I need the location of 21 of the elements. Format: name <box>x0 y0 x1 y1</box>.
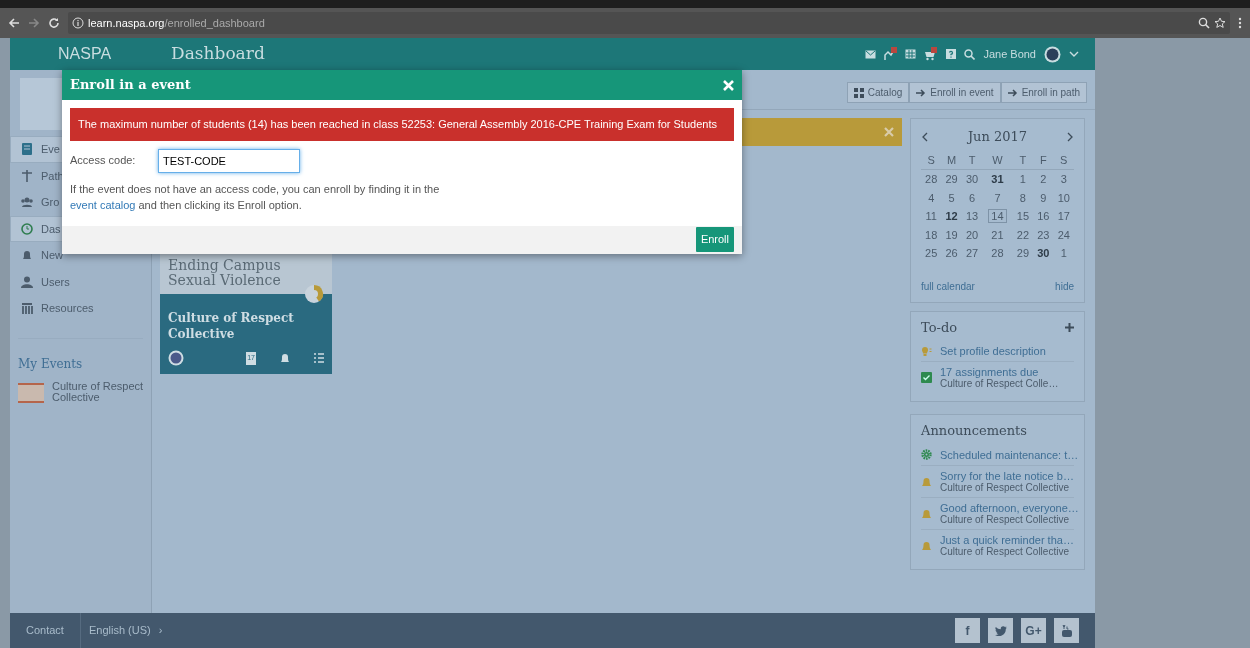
error-message: The maximum number of students (14) has been reached in class 52253: General Assembly 2016-CPE Training Exam for Students <box>70 108 734 141</box>
weekday-label: S <box>1053 150 1074 170</box>
weekday-label: F <box>1033 150 1054 170</box>
calendar-month: Jun 2017 <box>967 128 1028 146</box>
item-subtitle: Culture of Respect Colle… <box>940 378 1059 390</box>
dialog-title: Enroll in a event <box>70 76 191 95</box>
weekday-label: W <box>982 150 1013 170</box>
weekday-label: T <box>1012 150 1034 170</box>
url-text: learn.naspa.org/enrolled_dashboard <box>88 15 265 31</box>
weekday-label: M <box>941 150 962 170</box>
cover-title: Ending Campus Sexual Violence <box>168 258 282 289</box>
weekday-label: S <box>921 150 942 170</box>
card-title: Announcements <box>921 422 1027 441</box>
page-title: Dashboard <box>171 42 265 66</box>
section-heading: My Events <box>18 355 84 373</box>
item-subtitle: Culture of Respect Collective <box>940 513 1069 525</box>
weekday-label: T <box>961 150 983 170</box>
card-title: To-do <box>921 318 958 337</box>
item-subtitle: Culture of Respect Collective <box>940 546 1070 558</box>
field-label: Access code: <box>70 153 137 169</box>
item-subtitle: Culture of Respect Collective <box>940 481 1070 493</box>
